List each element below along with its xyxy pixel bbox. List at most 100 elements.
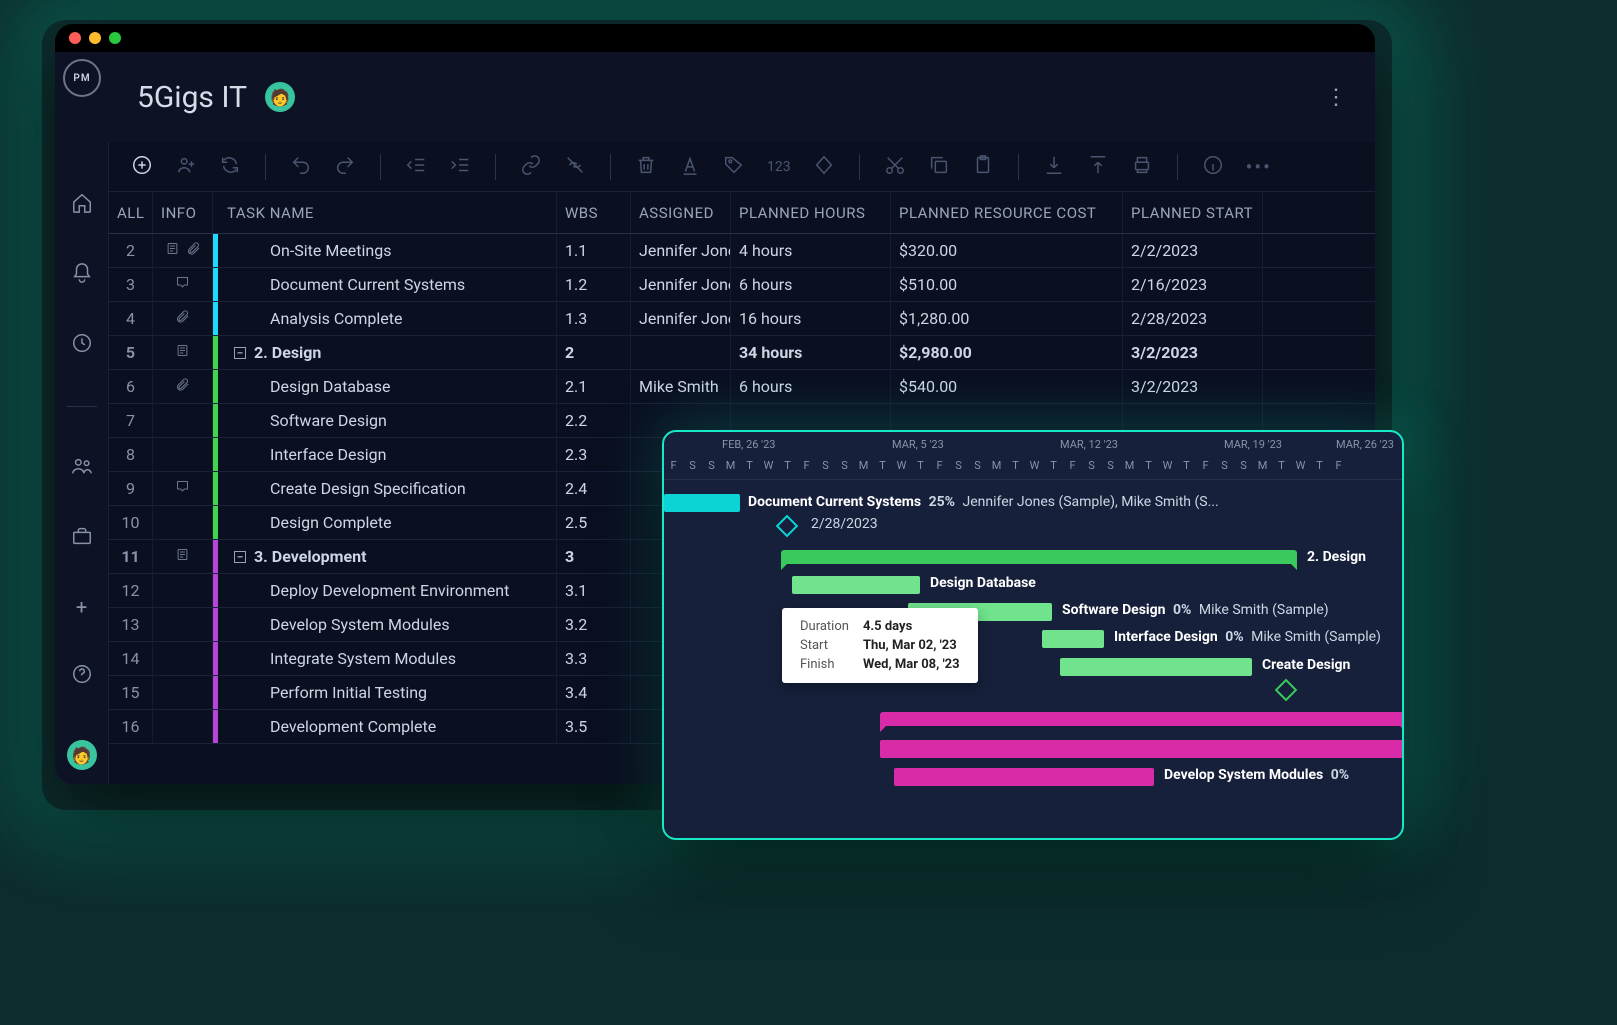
table-row[interactable]: 4Analysis Complete1.3Jennifer Jones16 ho… — [109, 302, 1375, 336]
category-stripe — [213, 268, 218, 301]
task-name-cell[interactable]: Development Complete — [213, 710, 557, 743]
assigned-cell: Jennifer Jones — [631, 302, 731, 335]
category-stripe — [213, 710, 218, 743]
milestone-icon[interactable] — [813, 154, 835, 180]
col-start-header[interactable]: PLANNED START — [1123, 192, 1263, 233]
task-name-cell[interactable]: Create Design Specification — [213, 472, 557, 505]
clock-icon[interactable] — [71, 332, 93, 358]
gantt-bar[interactable] — [1042, 630, 1104, 648]
collapse-toggle-icon[interactable]: − — [234, 347, 246, 359]
task-name-cell[interactable]: Design Complete — [213, 506, 557, 539]
outdent-icon[interactable] — [405, 154, 427, 180]
timeline-day-label: W — [1025, 459, 1044, 475]
info-icon[interactable] — [1202, 154, 1224, 180]
col-hours-header[interactable]: PLANNED HOURS — [731, 192, 891, 233]
row-number: 10 — [109, 506, 153, 539]
task-name-cell[interactable]: Document Current Systems — [213, 268, 557, 301]
traffic-minimize-icon[interactable] — [89, 32, 101, 44]
project-title: 5Gigs IT — [137, 80, 247, 115]
tooltip-finish-value: Wed, Mar 08, '23 — [857, 656, 966, 673]
col-wbs-header[interactable]: WBS — [557, 192, 631, 233]
import-icon[interactable] — [1043, 154, 1065, 180]
gantt-bar[interactable] — [781, 550, 1297, 564]
copy-icon[interactable] — [928, 154, 950, 180]
refresh-icon[interactable] — [219, 154, 241, 180]
row-number: 3 — [109, 268, 153, 301]
gantt-bar[interactable] — [880, 740, 1404, 758]
chat-icon — [175, 479, 190, 498]
row-info — [153, 506, 213, 539]
gantt-bar[interactable] — [792, 576, 920, 594]
task-name-label: Deploy Development Environment — [270, 581, 509, 600]
task-name-cell[interactable]: Develop System Modules — [213, 608, 557, 641]
text-style-icon[interactable] — [679, 154, 701, 180]
milestone-diamond-icon[interactable] — [1275, 679, 1298, 702]
timeline-day-label: M — [854, 459, 873, 475]
timeline-day-label: S — [683, 459, 702, 475]
header-more-icon[interactable]: ⋮ — [1325, 85, 1347, 110]
briefcase-icon[interactable] — [71, 525, 93, 551]
traffic-close-icon[interactable] — [69, 32, 81, 44]
col-task-header[interactable]: TASK NAME — [213, 192, 557, 233]
paste-icon[interactable] — [972, 154, 994, 180]
task-name-cell[interactable]: Interface Design — [213, 438, 557, 471]
milestone-date-label: 2/28/2023 — [811, 516, 878, 532]
col-all-header[interactable]: ALL — [109, 192, 153, 233]
table-row[interactable]: 5−2. Design234 hours$2,980.003/2/2023 — [109, 336, 1375, 370]
task-name-cell[interactable]: Integrate System Modules — [213, 642, 557, 675]
table-row[interactable]: 6Design Database2.1Mike Smith6 hours$540… — [109, 370, 1375, 404]
task-name-cell[interactable]: On-Site Meetings — [213, 234, 557, 267]
assign-icon[interactable] — [175, 154, 197, 180]
wbs-cell: 2.5 — [557, 506, 631, 539]
category-stripe — [213, 472, 218, 505]
redo-icon[interactable] — [334, 154, 356, 180]
timeline-day-label: F — [664, 459, 683, 475]
milestone-diamond-icon[interactable] — [776, 515, 799, 538]
task-name-cell[interactable]: Design Database — [213, 370, 557, 403]
export-icon[interactable] — [1087, 154, 1109, 180]
note-icon — [175, 343, 190, 362]
task-name-cell[interactable]: Deploy Development Environment — [213, 574, 557, 607]
user-avatar-icon[interactable]: 🧑 — [67, 740, 97, 770]
more-icon[interactable]: ••• — [1246, 155, 1272, 179]
col-cost-header[interactable]: PLANNED RESOURCE COST — [891, 192, 1123, 233]
task-name-cell[interactable]: Analysis Complete — [213, 302, 557, 335]
wbs-cell: 2.4 — [557, 472, 631, 505]
cut-icon[interactable] — [884, 154, 906, 180]
delete-icon[interactable] — [635, 154, 657, 180]
task-name-label: Design Database — [270, 377, 391, 396]
traffic-zoom-icon[interactable] — [109, 32, 121, 44]
people-icon[interactable] — [71, 455, 93, 481]
collapse-toggle-icon[interactable]: − — [234, 551, 246, 563]
gantt-bar[interactable] — [664, 494, 740, 512]
add-task-button[interactable] — [131, 154, 153, 180]
gantt-body[interactable]: Document Current Systems 25% Jennifer Jo… — [664, 480, 1402, 840]
tag-icon[interactable] — [723, 154, 745, 180]
timeline-day-label: S — [835, 459, 854, 475]
undo-icon[interactable] — [290, 154, 312, 180]
print-icon[interactable] — [1131, 154, 1153, 180]
gantt-bar[interactable] — [894, 768, 1154, 786]
task-name-cell[interactable]: −3. Development — [213, 540, 557, 573]
unlink-icon[interactable] — [564, 154, 586, 180]
col-info-header[interactable]: INFO — [153, 192, 213, 233]
table-row[interactable]: 3Document Current Systems1.2Jennifer Jon… — [109, 268, 1375, 302]
task-name-cell[interactable]: Perform Initial Testing — [213, 676, 557, 709]
indent-icon[interactable] — [449, 154, 471, 180]
col-assigned-header[interactable]: ASSIGNED — [631, 192, 731, 233]
assigned-cell — [631, 336, 731, 369]
link-icon[interactable] — [520, 154, 542, 180]
task-name-cell[interactable]: −2. Design — [213, 336, 557, 369]
table-row[interactable]: 2On-Site Meetings1.1Jennifer Jones4 hour… — [109, 234, 1375, 268]
gantt-bar[interactable] — [880, 712, 1404, 726]
home-icon[interactable] — [71, 192, 93, 218]
task-name-label: Perform Initial Testing — [270, 683, 427, 702]
help-icon[interactable] — [71, 663, 93, 689]
note-icon — [175, 547, 190, 566]
add-icon[interactable]: + — [76, 595, 87, 619]
task-name-cell[interactable]: Software Design — [213, 404, 557, 437]
bell-icon[interactable] — [71, 262, 93, 288]
gantt-bar[interactable] — [1060, 658, 1252, 676]
project-avatar-icon[interactable]: 🧑 — [265, 82, 295, 112]
row-number: 7 — [109, 404, 153, 437]
